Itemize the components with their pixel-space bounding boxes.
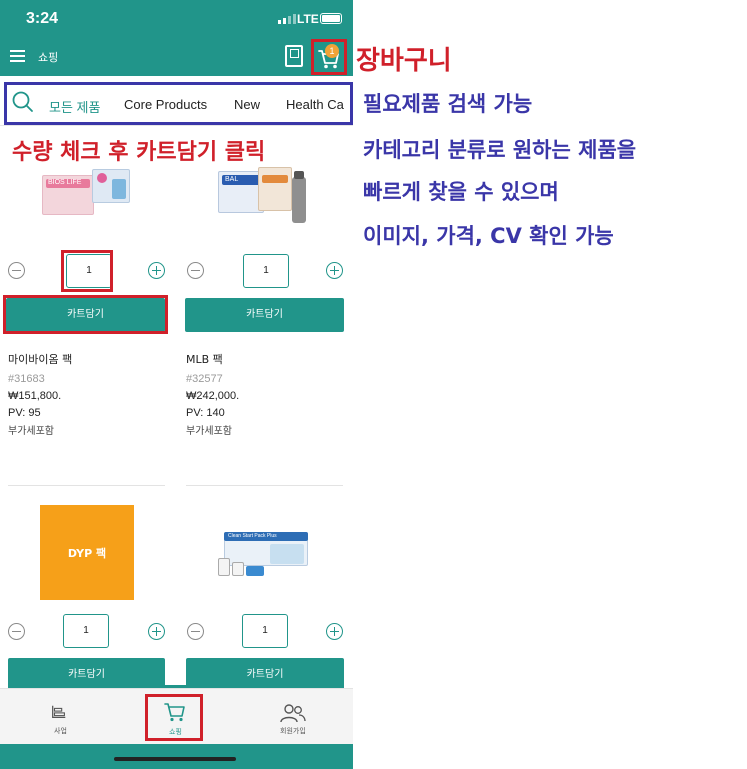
category-highlight-box <box>4 82 353 125</box>
quantity-field[interactable]: 1 <box>63 614 109 648</box>
product-pv: PV: 140 <box>186 407 225 419</box>
page-title: 쇼핑 <box>38 51 59 64</box>
divider <box>8 485 165 486</box>
catalog-icon[interactable] <box>285 45 303 67</box>
annotation-search-line-3: 빠르게 찾을 수 있으며 <box>363 180 559 204</box>
battery-icon <box>320 13 342 24</box>
members-icon <box>280 704 306 723</box>
status-bar: 3:24 LTE <box>0 0 353 38</box>
nav-label-signup: 회원가입 <box>280 727 306 735</box>
decrease-qty-button[interactable] <box>8 623 25 640</box>
product-image-label: BIOS LIFE <box>48 179 82 186</box>
quantity-field[interactable]: 1 <box>243 254 289 288</box>
quantity-field[interactable]: 1 <box>242 614 288 648</box>
status-time: 3:24 <box>26 10 59 27</box>
decrease-qty-button[interactable] <box>187 623 204 640</box>
nav-item-business[interactable]: 사업 <box>40 701 80 739</box>
cart-button-highlight-box <box>3 295 168 334</box>
increase-qty-button[interactable] <box>148 623 165 640</box>
increase-qty-button[interactable] <box>326 262 343 279</box>
annotation-search-line-4: 이미지, 가격, CV 확인 가능 <box>363 224 614 248</box>
app-bar: 쇼핑 <box>0 38 353 76</box>
divider <box>186 485 343 486</box>
home-indicator <box>114 757 236 761</box>
hamburger-menu-icon[interactable] <box>10 50 25 62</box>
decrease-qty-button[interactable] <box>187 262 204 279</box>
product-image-clean-start[interactable]: Clean Start Pack Plus <box>218 530 310 580</box>
product-price: ₩151,800. <box>8 390 62 402</box>
shopping-tab-highlight-box <box>145 694 203 741</box>
nav-item-signup[interactable]: 회원가입 <box>272 701 316 739</box>
product-pv: PV: 95 <box>8 407 41 419</box>
product-image-label: DYP 팩 <box>67 547 107 560</box>
quantity-highlight-box <box>61 250 113 292</box>
cart-highlight-box <box>311 39 347 75</box>
product-price: ₩242,000. <box>186 390 240 402</box>
network-label: LTE <box>297 12 319 26</box>
annotation-cart: 장바구니 <box>356 46 452 76</box>
business-icon <box>52 705 66 719</box>
signal-icon <box>278 14 296 24</box>
add-to-cart-button[interactable]: 카트담기 <box>185 298 344 332</box>
decrease-qty-button[interactable] <box>8 262 25 279</box>
annotation-search-line-1: 필요제품 검색 가능 <box>363 92 533 116</box>
product-image-mlb[interactable]: BAL <box>218 165 312 225</box>
annotation-search-line-2: 카테고리 분류로 원하는 제품을 <box>363 138 637 162</box>
product-image-label: Clean Start Pack Plus <box>228 533 277 539</box>
increase-qty-button[interactable] <box>148 262 165 279</box>
product-image-dyp[interactable]: DYP 팩 <box>40 505 134 600</box>
vat-note: 부가세포함 <box>8 426 54 437</box>
nav-label-business: 사업 <box>54 727 67 735</box>
product-name[interactable]: MLB 팩 <box>186 351 223 367</box>
product-image-label: BAL <box>225 176 239 183</box>
product-code: #31683 <box>8 373 45 385</box>
product-code: #32577 <box>186 373 223 385</box>
product-name[interactable]: 마이바이옴 팩 <box>8 351 72 367</box>
increase-qty-button[interactable] <box>326 623 343 640</box>
product-image-biome[interactable]: BIOS LIFE <box>42 165 134 217</box>
vat-note: 부가세포함 <box>186 426 232 437</box>
annotation-add-to-cart: 수량 체크 후 카트담기 클릭 <box>12 140 266 165</box>
